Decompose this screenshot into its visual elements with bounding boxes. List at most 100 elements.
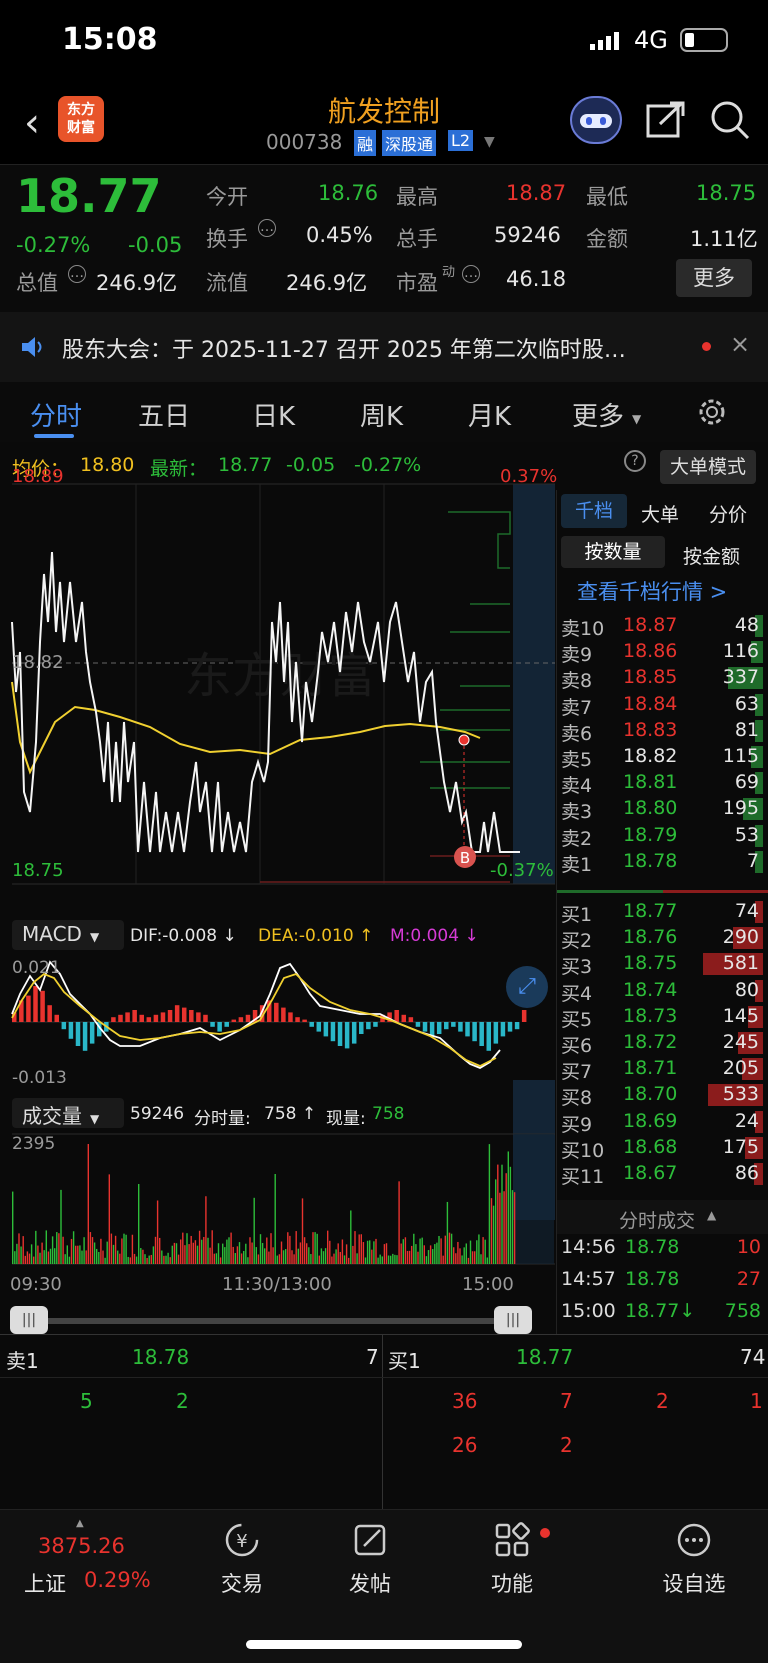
avg-price-value: 18.80 (80, 454, 135, 476)
range-handle-right[interactable]: ||| (494, 1306, 532, 1334)
ask-volume: 53 (734, 823, 759, 846)
tab-weekly-k[interactable]: 周K (360, 396, 403, 433)
close-icon[interactable]: × (730, 330, 750, 358)
view-depth-link[interactable]: 查看千档行情 > (577, 576, 727, 606)
bid-row[interactable]: 买11 18.67 86 (557, 1160, 768, 1188)
range-handle-left[interactable]: ||| (10, 1306, 48, 1334)
ask-volume: 195 (722, 797, 759, 820)
pct-axis-bottom: -0.37% (490, 860, 554, 881)
macd-axis-top: 0.021 (12, 958, 61, 978)
ask-row[interactable]: 卖8 18.85 337 (557, 664, 768, 692)
order-book-panel: 千档 大单 分价 按数量 按金额 查看千档行情 > 卖10 18.87 48 卖9 18… (556, 490, 768, 1334)
tab-five-day[interactable]: 五日 (138, 396, 190, 433)
volume-selector[interactable]: 成交量 ▼ (12, 1098, 124, 1128)
badge-l2: L2 (448, 130, 474, 151)
range-scrollbar[interactable] (12, 1318, 528, 1324)
amount-value: 1.11亿 (690, 227, 758, 251)
bid-price: 18.72 (623, 1031, 678, 1053)
trade-price: 18.77↓ (625, 1300, 696, 1322)
trade-time: 15:00 (561, 1300, 616, 1322)
robot-assistant-icon[interactable] (570, 96, 622, 144)
bid-volume: 581 (722, 952, 759, 975)
tab-depth[interactable]: 千档 (561, 494, 627, 528)
bid-row[interactable]: 买1 18.77 74 (557, 898, 768, 926)
open-label: 今开 (206, 185, 248, 209)
market-cap-value: 246.9亿 (96, 271, 178, 295)
nav-functions-label: 功能 (491, 1572, 533, 1596)
buy-queue-item: 7 (560, 1389, 573, 1413)
bid-row[interactable]: 买7 18.71 205 (557, 1055, 768, 1083)
info-icon[interactable]: … (462, 265, 480, 283)
quote-panel: 18.77 -0.27% -0.05 今开 18.76 最高 18.87 最低 … (0, 164, 768, 312)
nav-trade[interactable]: ¥ 交易 (200, 1520, 284, 1610)
subtab-by-amount[interactable]: 按金额 (683, 542, 740, 569)
tab-monthly-k[interactable]: 月K (468, 396, 511, 433)
settings-gear-icon[interactable] (696, 396, 728, 432)
nav-functions[interactable]: 功能 (470, 1520, 554, 1610)
info-icon[interactable]: … (258, 219, 276, 237)
macd-dea: DEA:-0.010 ↑ (258, 926, 374, 946)
bid-level-label: 买9 (561, 1113, 593, 1136)
ask-row[interactable]: 卖5 18.82 115 (557, 743, 768, 771)
large-order-mode-button[interactable]: 大单模式 (660, 450, 756, 484)
announcement-bar[interactable]: 股东大会：于 2025-11-27 召开 2025 年第二次临时股… × (0, 312, 768, 382)
bid-row[interactable]: 买8 18.70 533 (557, 1081, 768, 1109)
bid-price: 18.74 (623, 978, 678, 1001)
ask-row[interactable]: 卖2 18.79 53 (557, 822, 768, 850)
tab-more[interactable]: 更多 (572, 396, 624, 433)
nav-add-watchlist-label: 设自选 (662, 1572, 726, 1596)
ask-row[interactable]: 卖10 18.87 48 (557, 612, 768, 640)
nav-post[interactable]: 发帖 (328, 1520, 412, 1610)
bid-row[interactable]: 买5 18.73 145 (557, 1003, 768, 1031)
bid-level-label: 买5 (561, 1008, 593, 1031)
trade-price: 18.78 (625, 1268, 680, 1290)
network-label: 4G (634, 26, 668, 54)
bid-row[interactable]: 买9 18.69 24 (557, 1108, 768, 1136)
info-icon[interactable]: … (68, 265, 86, 283)
latest-label: 最新： (150, 458, 208, 480)
ask-level-label: 卖3 (561, 801, 593, 824)
share-icon[interactable] (646, 100, 686, 144)
more-circle-icon (677, 1523, 711, 1557)
index-ticker[interactable]: ▲ 3875.26 上证 0.29% (0, 1510, 170, 1620)
ask-row[interactable]: 卖9 18.86 116 (557, 638, 768, 666)
bid-level-label: 买3 (561, 956, 593, 979)
bid-row[interactable]: 买2 18.76 290 (557, 924, 768, 952)
help-icon[interactable]: ? (624, 450, 646, 472)
ask-row[interactable]: 卖3 18.80 195 (557, 795, 768, 824)
tab-large-orders[interactable]: 大单 (641, 500, 679, 527)
ask-row[interactable]: 卖6 18.83 81 (557, 717, 768, 745)
ask-price: 18.84 (623, 692, 678, 715)
now-volume-label: 现量: (326, 1109, 366, 1129)
macd-axis-bottom: -0.013 (12, 1068, 67, 1088)
trade-time: 14:57 (561, 1268, 616, 1290)
y-axis-top: 18.89 (12, 466, 64, 487)
ask-level-label: 卖1 (561, 853, 593, 876)
bid-row[interactable]: 买10 18.68 175 (557, 1134, 768, 1162)
tab-daily-k[interactable]: 日K (252, 396, 295, 433)
nav-add-watchlist[interactable]: 设自选 (644, 1520, 744, 1610)
home-indicator (246, 1640, 522, 1649)
tab-intraday[interactable]: 分时 (30, 396, 82, 433)
bid-price: 18.70 (623, 1083, 678, 1106)
ask-row[interactable]: 卖4 18.81 69 (557, 769, 768, 797)
search-icon[interactable] (710, 100, 750, 144)
tab-price-dist[interactable]: 分价 (709, 500, 747, 527)
bid-row[interactable]: 买6 18.72 245 (557, 1029, 768, 1057)
expand-icon[interactable]: ⤢ (506, 966, 548, 1008)
more-button[interactable]: 更多 (676, 259, 752, 297)
ask-row[interactable]: 卖1 18.78 7 (557, 848, 768, 876)
bid-row[interactable]: 买4 18.74 80 (557, 977, 768, 1005)
index-name: 上证 (24, 1572, 66, 1596)
trade-time: 14:56 (561, 1236, 616, 1258)
trade-volume: 758 (724, 1300, 761, 1322)
bid-row[interactable]: 买3 18.75 581 (557, 950, 768, 979)
bid-volume: 24 (734, 1109, 759, 1132)
subtab-by-quantity[interactable]: 按数量 (561, 536, 665, 568)
macd-selector[interactable]: MACD ▼ (12, 920, 124, 950)
buy-queue-item: 2 (656, 1389, 669, 1413)
queue-sell-price: 18.78 (132, 1345, 190, 1369)
dropdown-icon[interactable]: ▼ (484, 134, 495, 150)
bid-price: 18.71 (623, 1057, 678, 1080)
ask-row[interactable]: 卖7 18.84 63 (557, 691, 768, 719)
